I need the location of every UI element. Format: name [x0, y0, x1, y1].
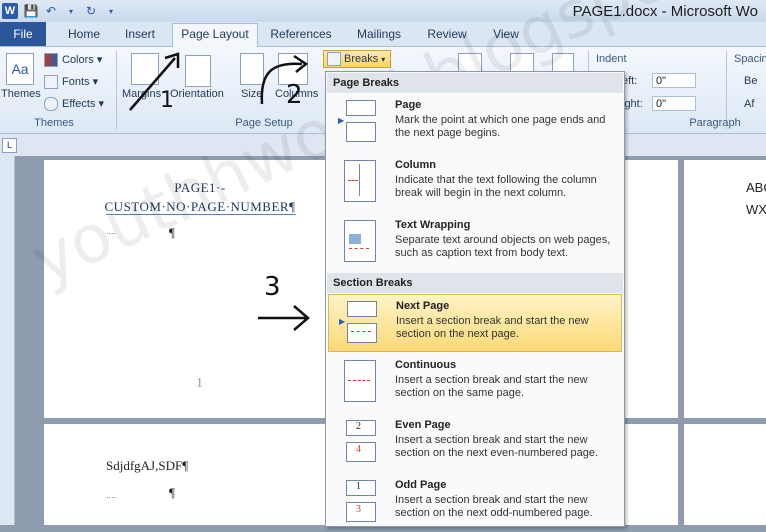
annotation-step-2: 2 — [286, 80, 303, 110]
fonts-button[interactable]: Fonts ▾ — [44, 75, 98, 90]
customize-qat-icon[interactable]: ▾ — [104, 4, 118, 18]
vertical-ruler — [0, 156, 15, 525]
tab-selector-button[interactable]: L — [2, 138, 17, 153]
colors-icon — [44, 53, 58, 68]
next-page-break-icon: ▶ — [339, 301, 377, 343]
menu-item-desc: Indicate that the text following the col… — [395, 174, 597, 199]
menu-item-text-wrapping[interactable]: Text Wrapping Separate text around objec… — [328, 214, 622, 272]
section-breaks-header: Section Breaks — [327, 273, 623, 293]
themes-icon[interactable]: Aa — [6, 53, 34, 85]
ribbon-tab-bar: File Home Insert Page Layout References … — [0, 22, 766, 47]
menu-item-title: Even Page — [395, 419, 451, 431]
spacing-label: Spacin — [734, 53, 766, 65]
page-right[interactable] — [684, 160, 766, 418]
menu-item-title: Next Page — [396, 300, 450, 312]
themes-group-label: Themes — [34, 117, 74, 129]
menu-item-next-page[interactable]: ▶ Next Page Insert a section break and s… — [328, 294, 622, 352]
menu-item-odd-page[interactable]: 1 3 Odd Page Insert a section break and … — [328, 474, 622, 532]
page-partial[interactable] — [622, 424, 678, 525]
spacing-before-label: Be — [744, 75, 758, 87]
annotation-step-3: 3 — [264, 272, 281, 302]
quick-access-toolbar: W 💾 ↶ ▾ ↻ ▾ — [0, 0, 118, 22]
tab-insert[interactable]: Insert — [118, 24, 162, 45]
menu-item-title: Column — [395, 159, 436, 171]
tab-home[interactable]: Home — [62, 24, 106, 45]
page-break-icon: ▶ — [338, 100, 376, 142]
indent-label: Indent — [596, 53, 627, 65]
spacing-after-label: Af — [744, 98, 755, 110]
menu-item-desc: Insert a section break and start the new… — [396, 315, 589, 340]
menu-item-title: Continuous — [395, 359, 457, 371]
themes-button[interactable]: Themes — [1, 88, 41, 100]
tab-mailings[interactable]: Mailings — [350, 24, 408, 45]
menu-item-desc: Insert a section break and start the new… — [395, 434, 599, 459]
word-logo-icon[interactable]: W — [2, 3, 18, 19]
page-partial[interactable] — [622, 160, 678, 418]
menu-item-desc: Mark the point at which one page ends an… — [395, 114, 606, 139]
page-2[interactable] — [44, 424, 326, 525]
text-wrapping-icon — [338, 220, 376, 262]
undo-icon[interactable]: ↶ — [44, 4, 58, 18]
menu-item-desc: Separate text around objects on web page… — [395, 234, 611, 259]
annotation-step-1: 1 — [160, 88, 174, 113]
tab-references[interactable]: References — [266, 24, 336, 45]
column-break-icon — [338, 160, 376, 202]
annotation-arrow-3 — [258, 305, 310, 331]
effects-button[interactable]: Effects ▾ — [44, 97, 104, 112]
continuous-break-icon — [338, 360, 376, 402]
text-marker: .... — [106, 490, 117, 500]
indent-right-label: ight: — [622, 98, 643, 110]
right-page-text-2: WX — [746, 202, 766, 217]
redo-icon[interactable]: ↻ — [84, 4, 98, 18]
page-breaks-header: Page Breaks — [327, 73, 623, 93]
breaks-icon — [327, 52, 341, 66]
paragraph-mark: ¶ — [169, 485, 175, 500]
page2-text: SdjdfgAJ,SDF¶ — [106, 458, 189, 473]
even-page-break-icon: 2 4 — [338, 420, 376, 462]
colors-button[interactable]: Colors ▾ — [44, 53, 102, 68]
menu-item-title: Odd Page — [395, 479, 447, 491]
indent-right-field[interactable]: 0" — [652, 96, 696, 111]
page-right[interactable] — [684, 424, 766, 525]
fonts-icon — [44, 75, 58, 90]
menu-item-title: Page — [395, 99, 422, 111]
save-icon[interactable]: 💾 — [24, 4, 39, 18]
group-divider — [116, 51, 117, 129]
paragraph-group-label: Paragraph — [689, 117, 741, 129]
menu-item-title: Text Wrapping — [395, 219, 471, 231]
tab-file[interactable]: File — [0, 22, 46, 46]
menu-item-continuous[interactable]: Continuous Insert a section break and st… — [328, 354, 622, 412]
menu-item-column[interactable]: Column Indicate that the text following … — [328, 154, 622, 212]
effects-icon — [44, 97, 58, 112]
tab-page-layout[interactable]: Page Layout — [172, 23, 258, 47]
breaks-dropdown-menu: Page Breaks ▶ Page Mark the point at whi… — [325, 71, 625, 527]
right-page-text-1: ABC — [746, 180, 766, 195]
undo-dropdown-icon[interactable]: ▾ — [64, 4, 78, 18]
indent-left-field[interactable]: 0" — [652, 73, 696, 88]
menu-item-desc: Insert a section break and start the new… — [395, 374, 588, 399]
menu-item-desc: Insert a section break and start the new… — [395, 494, 593, 519]
odd-page-break-icon: 1 3 — [338, 480, 376, 522]
page-number: 1 — [196, 376, 203, 391]
menu-item-page[interactable]: ▶ Page Mark the point at which one page … — [328, 94, 622, 152]
menu-item-even-page[interactable]: 2 4 Even Page Insert a section break and… — [328, 414, 622, 472]
